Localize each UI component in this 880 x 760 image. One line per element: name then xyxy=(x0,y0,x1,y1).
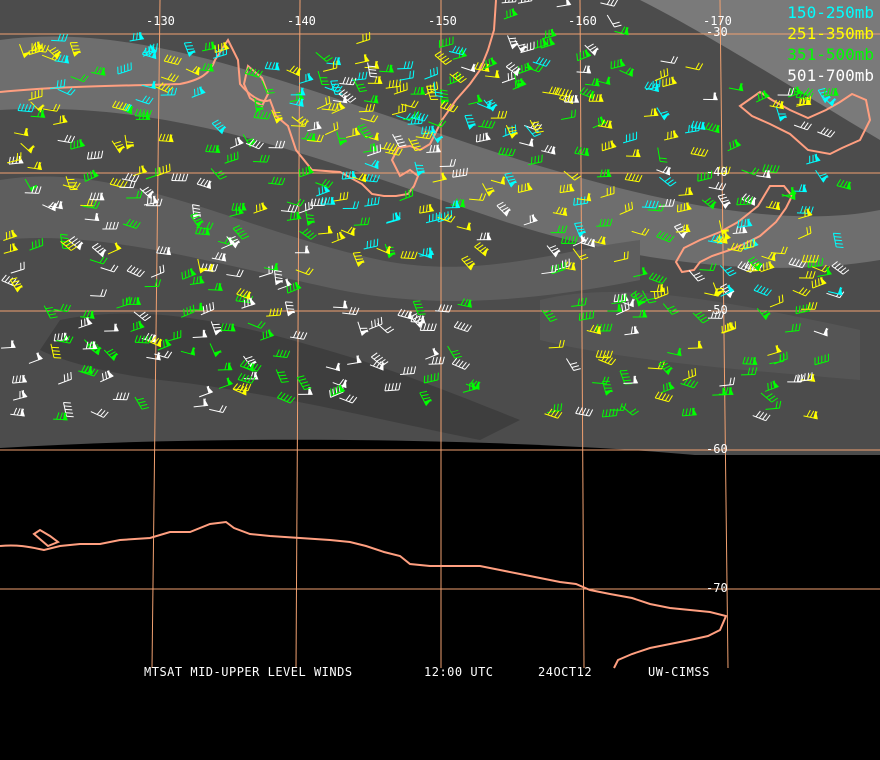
lat-label-50: -50 xyxy=(706,304,728,316)
legend-item-150-250: 150-250mb xyxy=(787,2,874,23)
imagery-edge xyxy=(0,440,880,680)
map-canvas xyxy=(0,0,880,680)
caption-date: 24OCT12 xyxy=(538,664,592,680)
lon-label-160: -160 xyxy=(568,15,597,27)
caption-source: UW-CIMSS xyxy=(648,664,710,680)
legend-item-251-350: 251-350mb xyxy=(787,23,874,44)
lat-label-60: -60 xyxy=(706,443,728,455)
pressure-legend: 150-250mb 251-350mb 351-500mb 501-700mb xyxy=(787,2,874,86)
caption-bar: MTSAT MID-UPPER LEVEL WINDS 12:00 UTC 24… xyxy=(0,664,880,680)
caption-product: MTSAT MID-UPPER LEVEL WINDS xyxy=(144,664,353,680)
lon-label-150: -150 xyxy=(428,15,457,27)
legend-item-501-700: 501-700mb xyxy=(787,65,874,86)
lat-label-40: -40 xyxy=(706,166,728,178)
caption-time: 12:00 UTC xyxy=(424,664,494,680)
lat-label-30: -30 xyxy=(706,26,728,38)
legend-item-351-500: 351-500mb xyxy=(787,44,874,65)
lon-label-140: -140 xyxy=(287,15,316,27)
lon-label-130: -130 xyxy=(146,15,175,27)
lat-label-70: -70 xyxy=(706,582,728,594)
satellite-wind-map: -130 -140 -150 -160 -170 -30 -40 -50 -60… xyxy=(0,0,880,680)
